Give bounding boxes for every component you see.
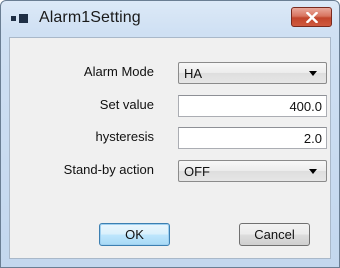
alarm-mode-select[interactable]: HA xyxy=(178,62,327,84)
close-button[interactable] xyxy=(291,7,332,27)
alarm-mode-label: Alarm Mode xyxy=(83,64,154,79)
chevron-down-icon xyxy=(309,169,317,174)
standby-action-label: Stand-by action xyxy=(63,162,154,177)
ok-button[interactable]: OK xyxy=(99,223,170,246)
standby-action-value: OFF xyxy=(184,164,210,179)
cancel-button[interactable]: Cancel xyxy=(239,223,310,246)
close-x-icon xyxy=(306,12,318,23)
alarm-mode-value: HA xyxy=(184,66,203,81)
standby-action-select[interactable]: OFF xyxy=(178,160,327,182)
app-icon xyxy=(11,13,33,25)
hysteresis-text: 2.0 xyxy=(303,131,322,146)
title-bar[interactable]: Alarm1Setting xyxy=(1,1,339,37)
hysteresis-label: hysteresis xyxy=(95,129,154,144)
dialog-window: Alarm1Setting Alarm Mode HA Set value 40… xyxy=(0,0,340,268)
hysteresis-input[interactable]: 2.0 xyxy=(178,127,327,149)
set-value-text: 400.0 xyxy=(289,99,322,114)
chevron-down-icon xyxy=(309,71,317,76)
window-title: Alarm1Setting xyxy=(39,9,141,26)
set-value-label: Set value xyxy=(99,97,154,112)
dialog-body: Alarm Mode HA Set value 400.0 hysteresis… xyxy=(9,37,331,259)
set-value-input[interactable]: 400.0 xyxy=(178,95,327,117)
